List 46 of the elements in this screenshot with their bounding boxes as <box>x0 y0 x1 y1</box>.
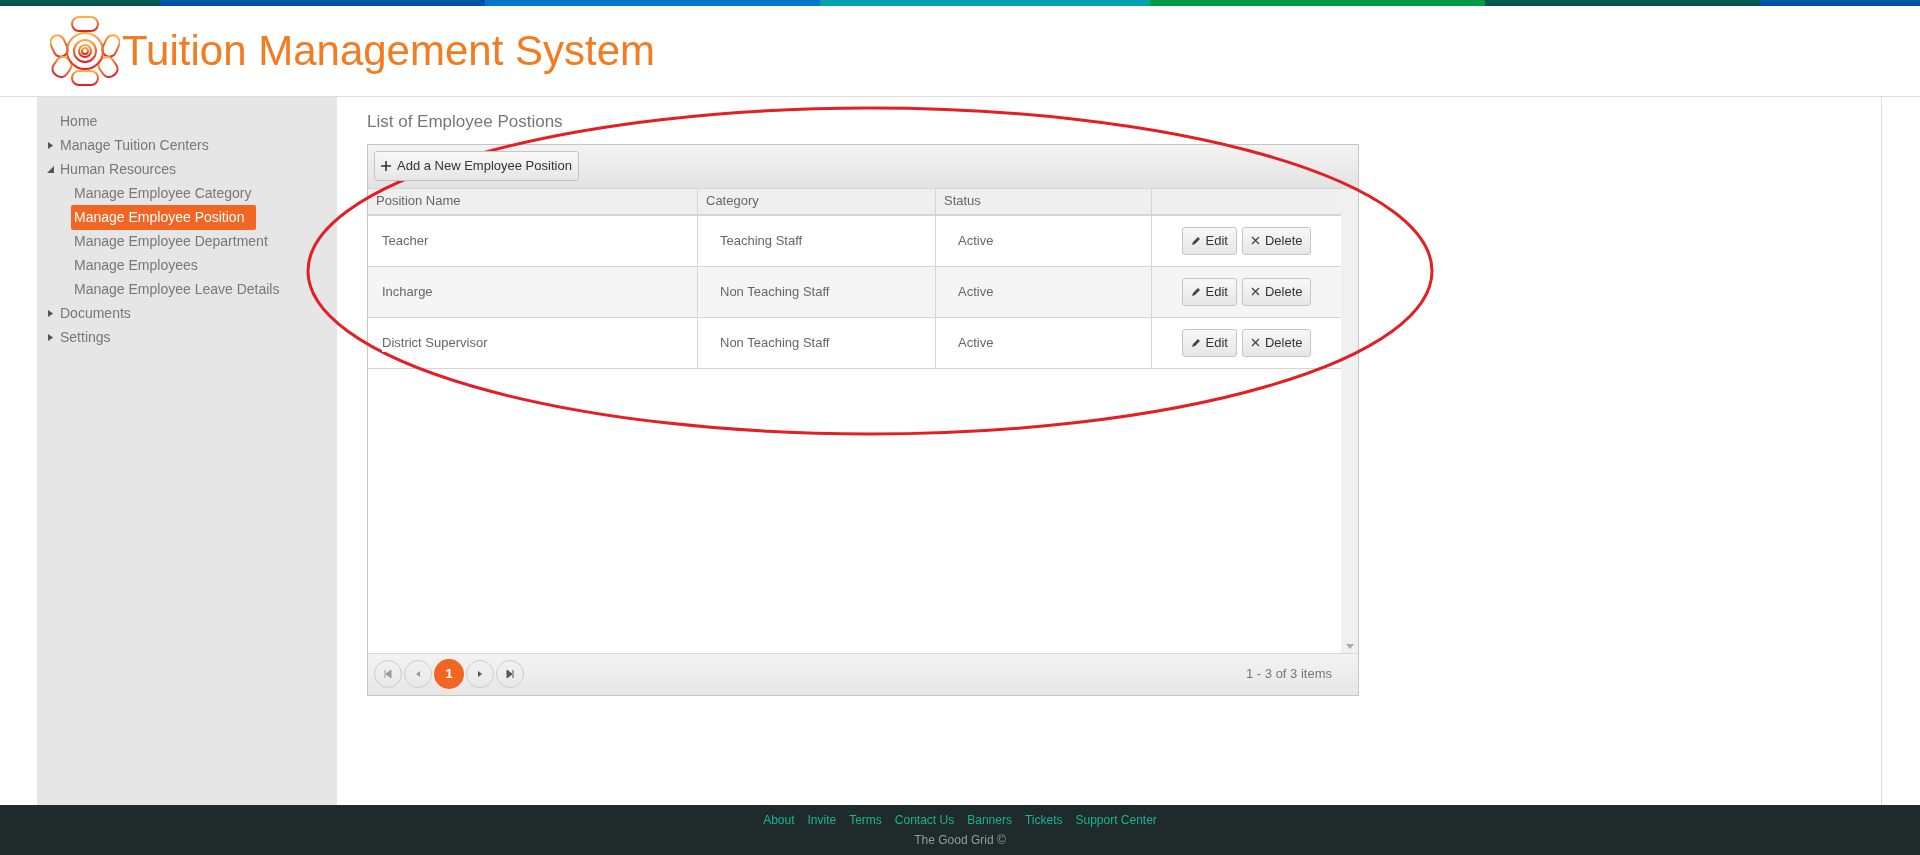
column-header[interactable]: Position Name <box>368 188 698 214</box>
sidebar-item[interactable]: Settings <box>60 326 111 348</box>
page-title: List of Employee Postions <box>367 111 564 133</box>
pencil-icon <box>1190 337 1201 348</box>
scrollbar[interactable] <box>1341 188 1358 653</box>
edit-button[interactable]: Edit <box>1181 226 1237 255</box>
sidebar-subitem[interactable]: Manage Employee Position <box>71 204 257 230</box>
sidebar-item[interactable]: Manage Tuition Centers <box>60 134 209 156</box>
pencil-icon <box>1190 235 1201 246</box>
sidebar-item[interactable]: Home <box>60 110 98 132</box>
sidebar-item[interactable]: Human Resources <box>60 158 176 180</box>
delete-button[interactable]: Delete <box>1241 226 1312 255</box>
footer-link[interactable]: Invite <box>807 811 837 829</box>
close-icon <box>1250 338 1260 347</box>
scroll-down-icon <box>1345 643 1354 649</box>
column-header[interactable]: Status <box>936 188 1152 214</box>
plus-icon <box>381 161 391 171</box>
copyright-text: The Good Grid © <box>914 832 1006 849</box>
footer-link[interactable]: Contact Us <box>894 811 955 829</box>
sidebar-subitem[interactable]: Manage Employee Department <box>74 230 268 252</box>
footer-link[interactable]: Tickets <box>1024 811 1063 829</box>
footer-link[interactable]: About <box>763 811 795 829</box>
add-position-button[interactable]: Add a New Employee Position <box>374 151 579 181</box>
sidebar-item[interactable]: Documents <box>60 302 131 324</box>
triangle-left-icon <box>414 670 422 678</box>
delete-button[interactable]: Delete <box>1241 328 1312 357</box>
triangle-right-icon <box>476 670 484 678</box>
skip-back-icon <box>384 670 392 678</box>
sidebar-subitem[interactable]: Manage Employees <box>74 254 198 276</box>
close-icon <box>1250 287 1260 296</box>
footer-link[interactable]: Banners <box>967 811 1012 829</box>
close-icon <box>1250 236 1260 245</box>
footer-link[interactable]: Terms <box>849 811 882 829</box>
pencil-icon <box>1190 286 1201 297</box>
sidebar-subitem[interactable]: Manage Employee Category <box>74 182 252 204</box>
delete-button[interactable]: Delete <box>1241 277 1312 306</box>
pager-summary: 1 - 3 of 3 items <box>1246 665 1332 684</box>
app-title: Tuition Management System <box>122 30 656 72</box>
footer-link[interactable]: Support Center <box>1075 811 1157 829</box>
page-button[interactable]: 1 <box>434 659 464 689</box>
edit-button[interactable]: Edit <box>1181 328 1237 357</box>
flower-logo-icon <box>50 15 120 87</box>
edit-button[interactable]: Edit <box>1181 277 1237 306</box>
sidebar-subitem[interactable]: Manage Employee Leave Details <box>74 278 280 300</box>
column-header[interactable]: Category <box>698 188 936 214</box>
skip-forward-icon <box>506 670 514 678</box>
